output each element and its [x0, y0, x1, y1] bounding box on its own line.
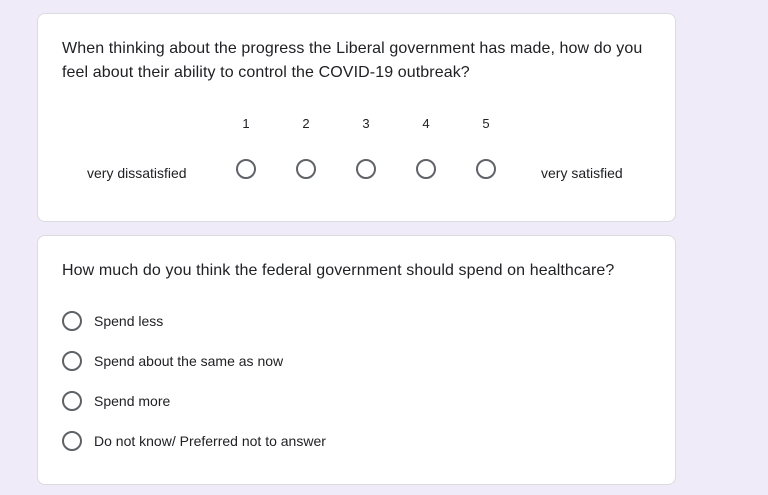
radio-button[interactable]	[62, 351, 82, 371]
option-label: Spend less	[94, 313, 164, 329]
radio-button[interactable]	[62, 311, 82, 331]
scale-number-5: 5	[482, 116, 490, 131]
option-spend-more[interactable]: Spend more	[62, 389, 170, 413]
question-title: When thinking about the progress the Lib…	[62, 40, 643, 81]
option-label: Spend more	[94, 393, 171, 409]
scale-number-2: 2	[302, 116, 310, 131]
scale-radio-4[interactable]	[416, 159, 436, 179]
scale-radio-1[interactable]	[236, 159, 256, 179]
option-spend-less[interactable]: Spend less	[62, 309, 163, 333]
radio-button[interactable]	[62, 431, 82, 451]
scale-radio-5[interactable]	[476, 159, 496, 179]
scale-low-label: very dissatisfied	[87, 165, 187, 181]
scale-high-label: very satisfied	[541, 165, 623, 181]
scale-radio-2[interactable]	[296, 159, 316, 179]
question-card-covid-satisfaction: When thinking about the progress the Lib…	[37, 13, 676, 222]
scale-number-4: 4	[422, 116, 430, 131]
option-label: Spend about the same as now	[94, 353, 284, 369]
option-do-not-know[interactable]: Do not know/ Preferred not to answer	[62, 429, 326, 453]
question-card-healthcare-spending: How much do you think the federal govern…	[37, 235, 676, 485]
scale-radio-3[interactable]	[356, 159, 376, 179]
option-label: Do not know/ Preferred not to answer	[94, 433, 326, 449]
option-spend-same[interactable]: Spend about the same as now	[62, 349, 283, 373]
question-title: How much do you think the federal govern…	[62, 262, 615, 279]
scale-number-3: 3	[362, 116, 370, 131]
scale-number-1: 1	[242, 116, 250, 131]
radio-button[interactable]	[62, 391, 82, 411]
